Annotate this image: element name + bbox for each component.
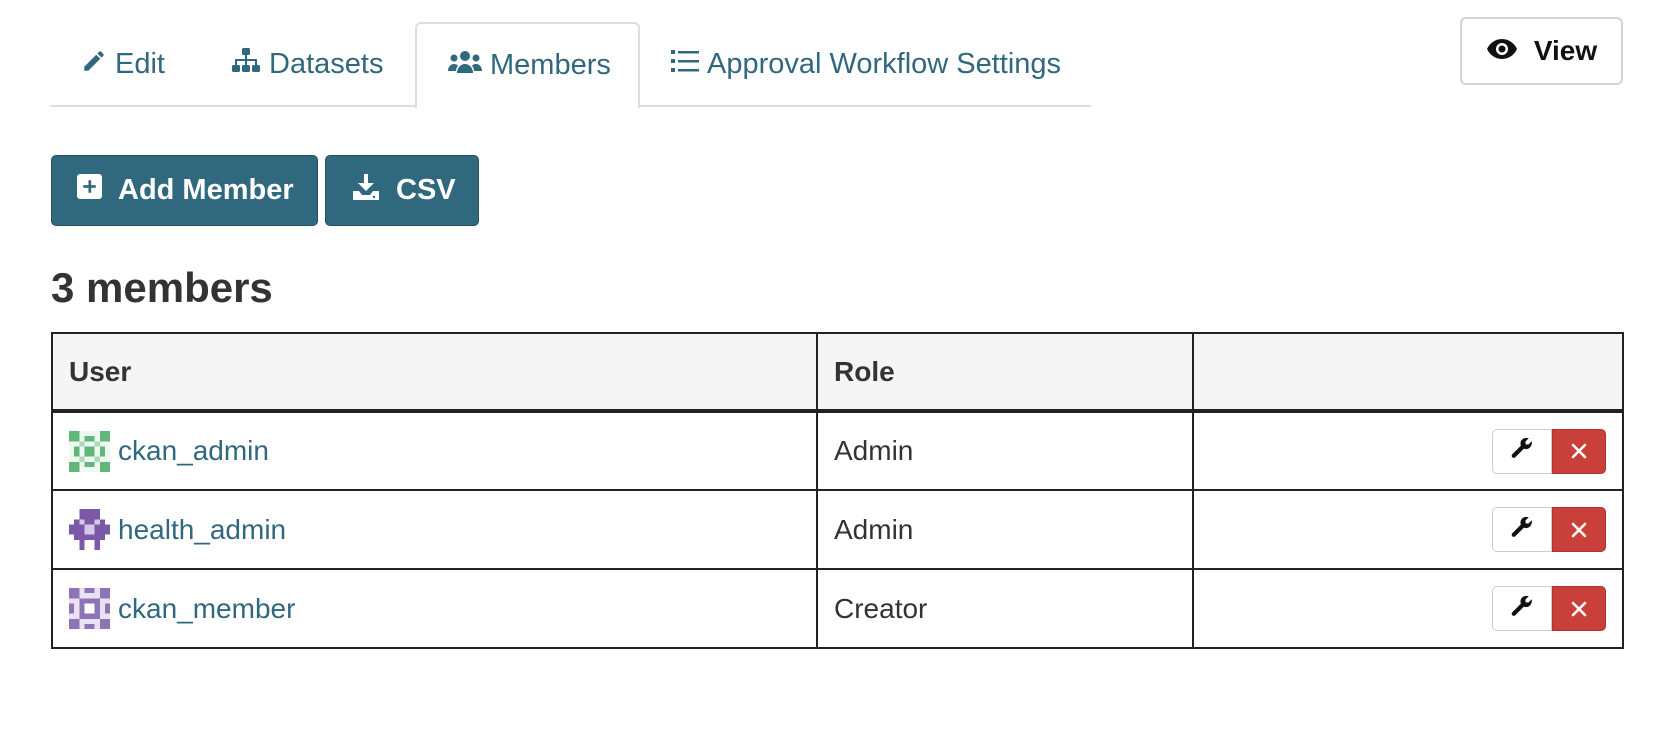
- csv-label: CSV: [396, 174, 456, 206]
- user-cell: ckan_admin: [51, 410, 818, 491]
- members-page: Edit Datasets Members Approval Workflow …: [0, 0, 1678, 738]
- table-row: ckan_member Creator: [51, 568, 1624, 649]
- avatar: [69, 509, 110, 550]
- edit-member-button[interactable]: [1492, 507, 1552, 552]
- user-link[interactable]: health_admin: [118, 514, 286, 546]
- column-header-actions: [1192, 332, 1624, 413]
- tab-approval-workflow-settings[interactable]: Approval Workflow Settings: [671, 22, 1061, 107]
- tab-edit-label: Edit: [115, 48, 165, 80]
- pencil-icon: [81, 48, 115, 82]
- tab-datasets-label: Datasets: [269, 48, 384, 80]
- view-button[interactable]: View: [1460, 17, 1623, 85]
- close-icon: [1570, 514, 1588, 546]
- add-member-label: Add Member: [118, 174, 294, 206]
- tab-edit[interactable]: Edit: [81, 22, 165, 107]
- add-member-button[interactable]: Add Member: [51, 155, 318, 226]
- column-header-role: Role: [816, 332, 1194, 413]
- wrench-icon: [1510, 514, 1534, 546]
- close-icon: [1570, 593, 1588, 625]
- sitemap-icon: [231, 47, 269, 82]
- wrench-icon: [1510, 593, 1534, 625]
- table-row: health_admin Admin: [51, 489, 1624, 570]
- user-cell: ckan_member: [51, 568, 818, 649]
- remove-member-button[interactable]: [1552, 586, 1606, 631]
- tab-approval-label: Approval Workflow Settings: [707, 48, 1062, 80]
- edit-member-button[interactable]: [1492, 428, 1552, 474]
- actions-cell: [1192, 410, 1624, 491]
- view-button-label: View: [1533, 35, 1598, 66]
- download-icon: [352, 173, 396, 209]
- members-count-heading: 3 members: [51, 264, 273, 311]
- tab-members[interactable]: Members: [415, 22, 640, 109]
- users-icon: [448, 49, 490, 83]
- table-row: ckan_admin Admin: [51, 410, 1624, 491]
- avatar: [69, 430, 110, 472]
- list-icon: [671, 48, 707, 81]
- actions-cell: [1192, 489, 1624, 570]
- tab-datasets[interactable]: Datasets: [231, 22, 383, 107]
- actions-cell: [1192, 568, 1624, 649]
- role-cell: Admin: [816, 410, 1194, 491]
- column-header-user: User: [51, 332, 818, 413]
- user-cell: health_admin: [51, 489, 818, 570]
- table-header-row: User Role: [51, 332, 1624, 413]
- members-table: User Role ckan_admin Admin health_admin …: [51, 332, 1624, 649]
- remove-member-button[interactable]: [1552, 428, 1606, 474]
- tab-bar: Edit Datasets Members Approval Workflow …: [51, 22, 1091, 109]
- role-cell: Creator: [816, 568, 1194, 649]
- role-cell: Admin: [816, 489, 1194, 570]
- avatar: [69, 588, 110, 629]
- remove-member-button[interactable]: [1552, 507, 1606, 552]
- eye-icon: [1486, 35, 1534, 67]
- tab-members-label: Members: [490, 49, 611, 81]
- user-link[interactable]: ckan_admin: [118, 435, 269, 467]
- plus-square-icon: [77, 174, 118, 207]
- csv-download-button[interactable]: CSV: [325, 155, 479, 226]
- user-link[interactable]: ckan_member: [118, 593, 295, 625]
- edit-member-button[interactable]: [1492, 586, 1552, 631]
- wrench-icon: [1510, 435, 1534, 467]
- close-icon: [1570, 435, 1588, 467]
